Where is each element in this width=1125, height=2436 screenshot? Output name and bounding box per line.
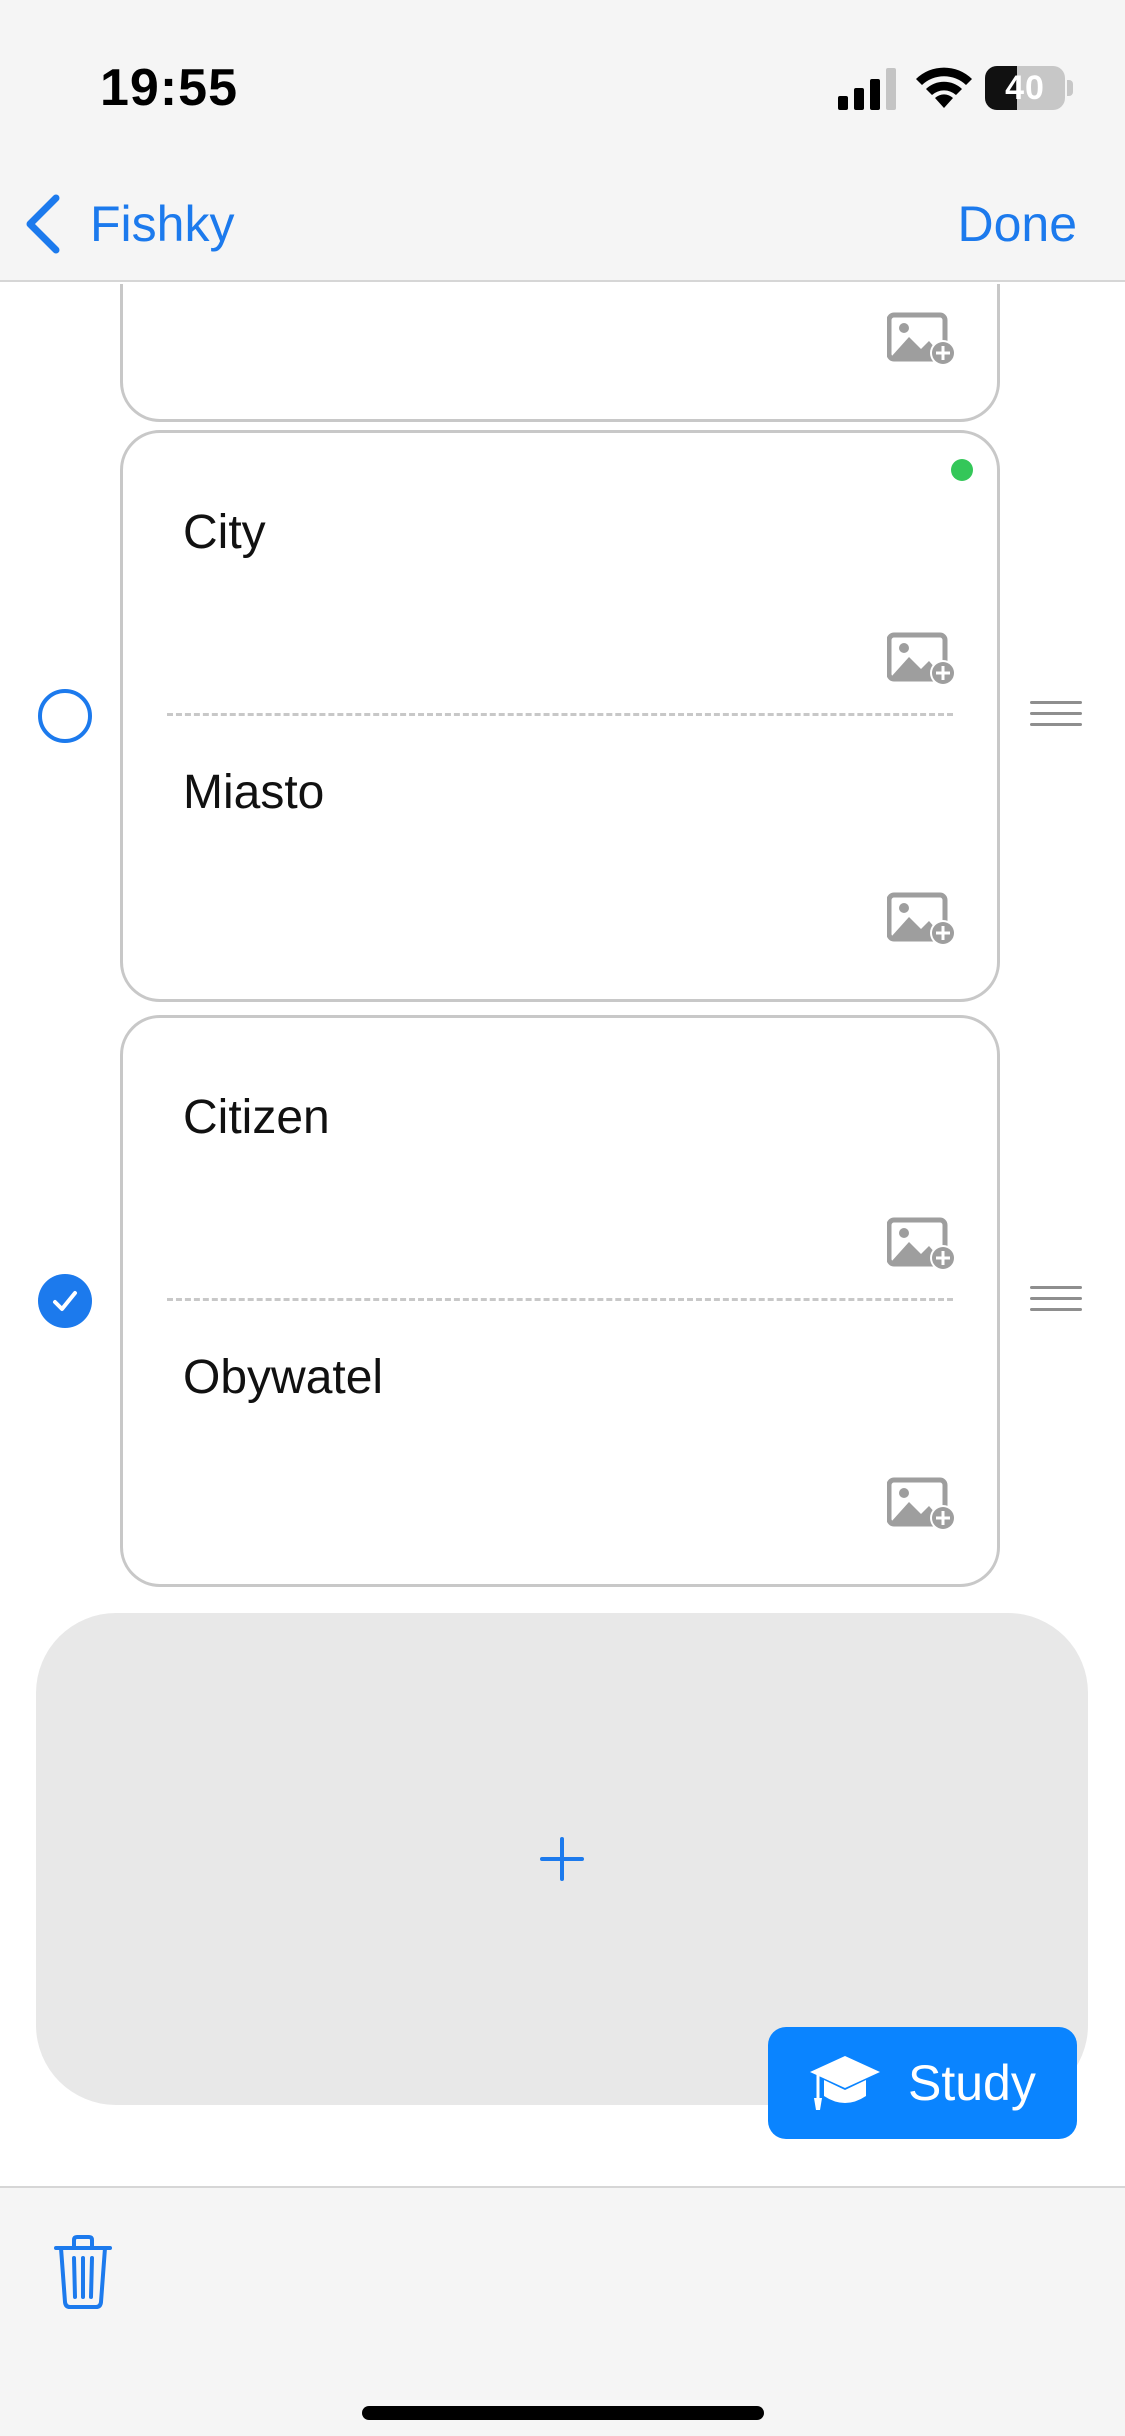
select-card-checkbox[interactable] [38,1274,92,1328]
active-status-dot [951,459,973,481]
card-back-text[interactable]: Miasto [183,765,324,820]
add-image-icon[interactable] [887,311,959,367]
navigation-bar: Fishky Done [0,170,1125,282]
card-front-text[interactable]: City [183,505,266,560]
add-image-icon[interactable] [887,631,959,687]
flashcard-partial[interactable] [120,284,1000,422]
checkmark-icon [53,1291,77,1311]
card-front-text[interactable]: Citizen [183,1090,330,1145]
home-indicator[interactable] [362,2406,764,2420]
wifi-icon [916,67,972,108]
trash-icon[interactable] [52,2234,114,2310]
battery-level: 40 [1005,69,1045,107]
chevron-left-icon [26,194,60,254]
status-bar: 19:55 40 [0,0,1125,170]
card-divider [167,713,953,716]
graduation-cap-icon [810,2056,880,2110]
flashcard[interactable]: City Miasto [120,430,1000,1002]
battery-icon: 40 [985,66,1073,110]
back-button[interactable]: Fishky [22,184,234,264]
flashcard[interactable]: Citizen Obywatel [120,1015,1000,1587]
add-image-icon[interactable] [887,1216,959,1272]
done-button[interactable]: Done [957,184,1077,264]
bottom-toolbar [0,2186,1125,2436]
select-card-circle[interactable] [38,689,92,743]
plus-icon [540,1837,584,1881]
reorder-handle-icon[interactable] [1030,701,1082,731]
back-button-label: Fishky [90,196,235,252]
add-image-icon[interactable] [887,1476,959,1532]
card-divider [167,1298,953,1301]
status-time: 19:55 [100,59,238,117]
add-image-icon[interactable] [887,891,959,947]
card-back-text[interactable]: Obywatel [183,1350,383,1405]
study-button-label: Study [908,2055,1036,2111]
card-list[interactable]: City Miasto Citizen Obywatel Study [0,284,1125,2184]
reorder-handle-icon[interactable] [1030,1286,1082,1316]
cellular-signal-icon [838,68,896,110]
study-button[interactable]: Study [768,2027,1077,2139]
